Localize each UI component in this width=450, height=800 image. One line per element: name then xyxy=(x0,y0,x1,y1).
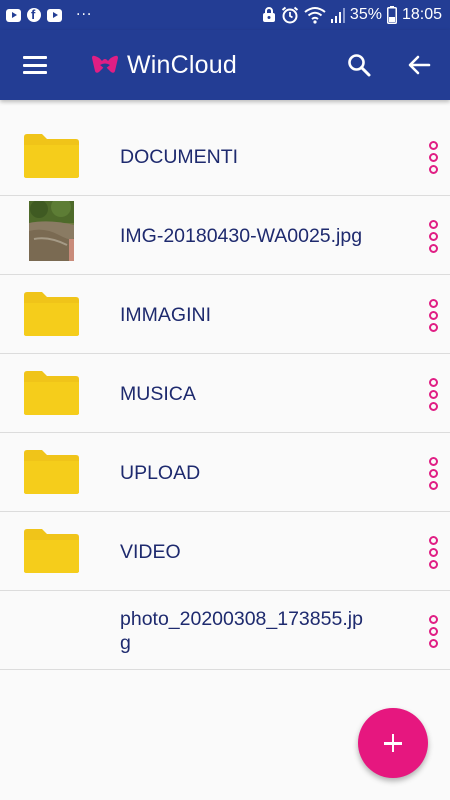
file-name: VIDEO xyxy=(120,540,181,563)
back-button[interactable] xyxy=(404,50,434,80)
file-row-musica[interactable]: MUSICA xyxy=(0,354,450,433)
facebook-icon xyxy=(27,7,41,22)
file-row-video[interactable]: VIDEO xyxy=(0,512,450,591)
app-bar: WinCloud xyxy=(0,30,450,100)
more-options-button[interactable] xyxy=(424,378,444,412)
alarm-icon xyxy=(281,6,299,24)
more-options-button[interactable] xyxy=(424,141,444,175)
file-row-documenti[interactable]: DOCUMENTI xyxy=(0,117,450,196)
file-row-img-20180430[interactable]: IMG-20180430-WA0025.jpg xyxy=(0,196,450,275)
image-thumbnail xyxy=(29,201,74,261)
file-name: UPLOAD xyxy=(120,461,201,484)
app-brand: WinCloud xyxy=(89,48,237,82)
wincloud-logo-icon xyxy=(92,55,118,73)
battery-percentage: 35% xyxy=(349,6,382,23)
file-name: DOCUMENTI xyxy=(120,145,239,168)
file-name: IMG-20180430-WA0025.jpg xyxy=(120,224,363,247)
file-row-photo-20200308[interactable]: photo_20200308_173855.jpg xyxy=(0,591,450,670)
file-name: IMMAGINI xyxy=(120,303,211,326)
folder-icon xyxy=(24,529,79,573)
youtube-icon xyxy=(6,8,21,22)
youtube-icon xyxy=(47,8,62,22)
folder-icon xyxy=(24,134,79,178)
folder-icon xyxy=(24,450,79,494)
app-title: WinCloud xyxy=(127,50,237,79)
more-options-button[interactable] xyxy=(424,220,444,254)
more-options-button[interactable] xyxy=(424,457,444,491)
clock: 18:05 xyxy=(401,6,442,23)
lock-icon xyxy=(262,7,275,22)
more-options-button[interactable] xyxy=(424,615,444,649)
arrow-back-icon xyxy=(408,55,431,75)
file-name: photo_20200308_173855.jpg xyxy=(120,607,363,654)
more-options-button[interactable] xyxy=(424,536,444,570)
file-row-immagini[interactable]: IMMAGINI xyxy=(0,275,450,354)
menu-button[interactable] xyxy=(18,51,52,79)
folder-icon xyxy=(24,371,79,415)
file-name: MUSICA xyxy=(120,382,196,405)
status-bar: ··· 35% 18:05 xyxy=(0,0,450,30)
add-button[interactable] xyxy=(358,708,428,778)
search-icon xyxy=(348,54,371,77)
more-notifications-indicator: ··· xyxy=(76,7,93,23)
notification-icons: ··· xyxy=(6,7,92,23)
search-button[interactable] xyxy=(344,50,374,80)
system-status: 35% 18:05 xyxy=(262,5,442,25)
wifi-icon xyxy=(304,7,326,24)
file-list: DOCUMENTI IMG-20180430-WA0025.jpg IMMAGI… xyxy=(0,117,450,670)
battery-icon xyxy=(386,6,397,24)
folder-icon xyxy=(24,292,79,336)
signal-icon xyxy=(330,8,345,23)
more-options-button[interactable] xyxy=(424,299,444,333)
file-row-upload[interactable]: UPLOAD xyxy=(0,433,450,512)
